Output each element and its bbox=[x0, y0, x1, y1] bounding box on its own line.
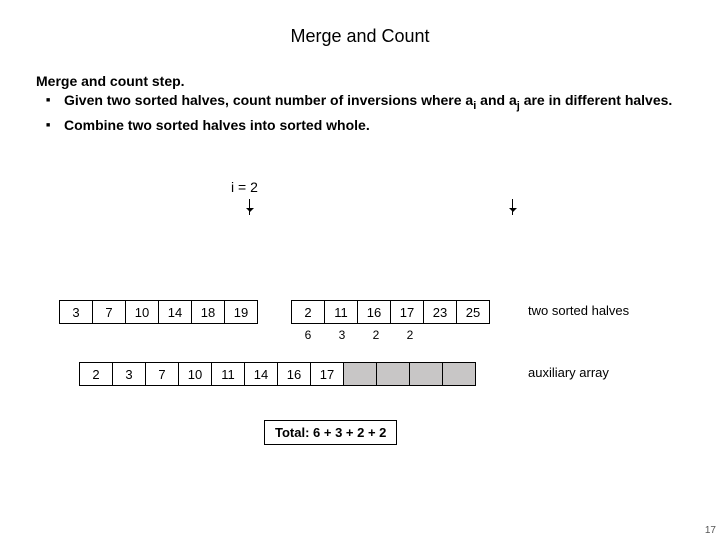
bullet-list: Given two sorted halves, count number of… bbox=[36, 91, 684, 135]
count-value bbox=[461, 328, 495, 342]
bullet-1: Given two sorted halves, count number of… bbox=[64, 91, 684, 114]
halves-cell: 10 bbox=[125, 300, 159, 324]
total-box: Total: 6 + 3 + 2 + 2 bbox=[264, 420, 397, 445]
halves-cell: 16 bbox=[357, 300, 391, 324]
aux-cell: 10 bbox=[178, 362, 212, 386]
slide-title: Merge and Count bbox=[36, 26, 684, 47]
sorted-halves-row: 3710141819 21116172325 bbox=[60, 300, 490, 324]
arrow-left bbox=[249, 199, 250, 215]
count-value: 2 bbox=[393, 328, 427, 342]
count-value: 2 bbox=[359, 328, 393, 342]
halves-cell: 7 bbox=[92, 300, 126, 324]
halves-cell: 2 bbox=[291, 300, 325, 324]
aux-cell: 17 bbox=[310, 362, 344, 386]
count-value bbox=[427, 328, 461, 342]
step-heading: Merge and count step. bbox=[36, 73, 684, 89]
inversion-counts-row: 6322 bbox=[291, 328, 495, 342]
halves-cell: 23 bbox=[423, 300, 457, 324]
halves-cell: 11 bbox=[324, 300, 358, 324]
halves-cell: 18 bbox=[191, 300, 225, 324]
bullet-2: Combine two sorted halves into sorted wh… bbox=[64, 116, 684, 135]
arrow-right bbox=[512, 199, 513, 215]
aux-cell bbox=[376, 362, 410, 386]
aux-cell bbox=[442, 362, 476, 386]
aux-cell bbox=[343, 362, 377, 386]
count-value: 6 bbox=[291, 328, 325, 342]
count-value: 3 bbox=[325, 328, 359, 342]
aux-cell: 7 bbox=[145, 362, 179, 386]
halves-cell: 25 bbox=[456, 300, 490, 324]
page-number: 17 bbox=[705, 525, 716, 536]
halves-cell: 3 bbox=[59, 300, 93, 324]
aux-cell: 14 bbox=[244, 362, 278, 386]
auxiliary-array-row: 2371011141617 bbox=[80, 362, 476, 386]
halves-cell: 19 bbox=[224, 300, 258, 324]
i-equals-label: i = 2 bbox=[231, 179, 258, 195]
halves-cell: 17 bbox=[390, 300, 424, 324]
aux-cell: 2 bbox=[79, 362, 113, 386]
aux-cell: 16 bbox=[277, 362, 311, 386]
halves-label: two sorted halves bbox=[528, 303, 629, 318]
aux-cell: 3 bbox=[112, 362, 146, 386]
halves-cell: 14 bbox=[158, 300, 192, 324]
aux-label: auxiliary array bbox=[528, 365, 609, 380]
aux-cell: 11 bbox=[211, 362, 245, 386]
aux-cell bbox=[409, 362, 443, 386]
